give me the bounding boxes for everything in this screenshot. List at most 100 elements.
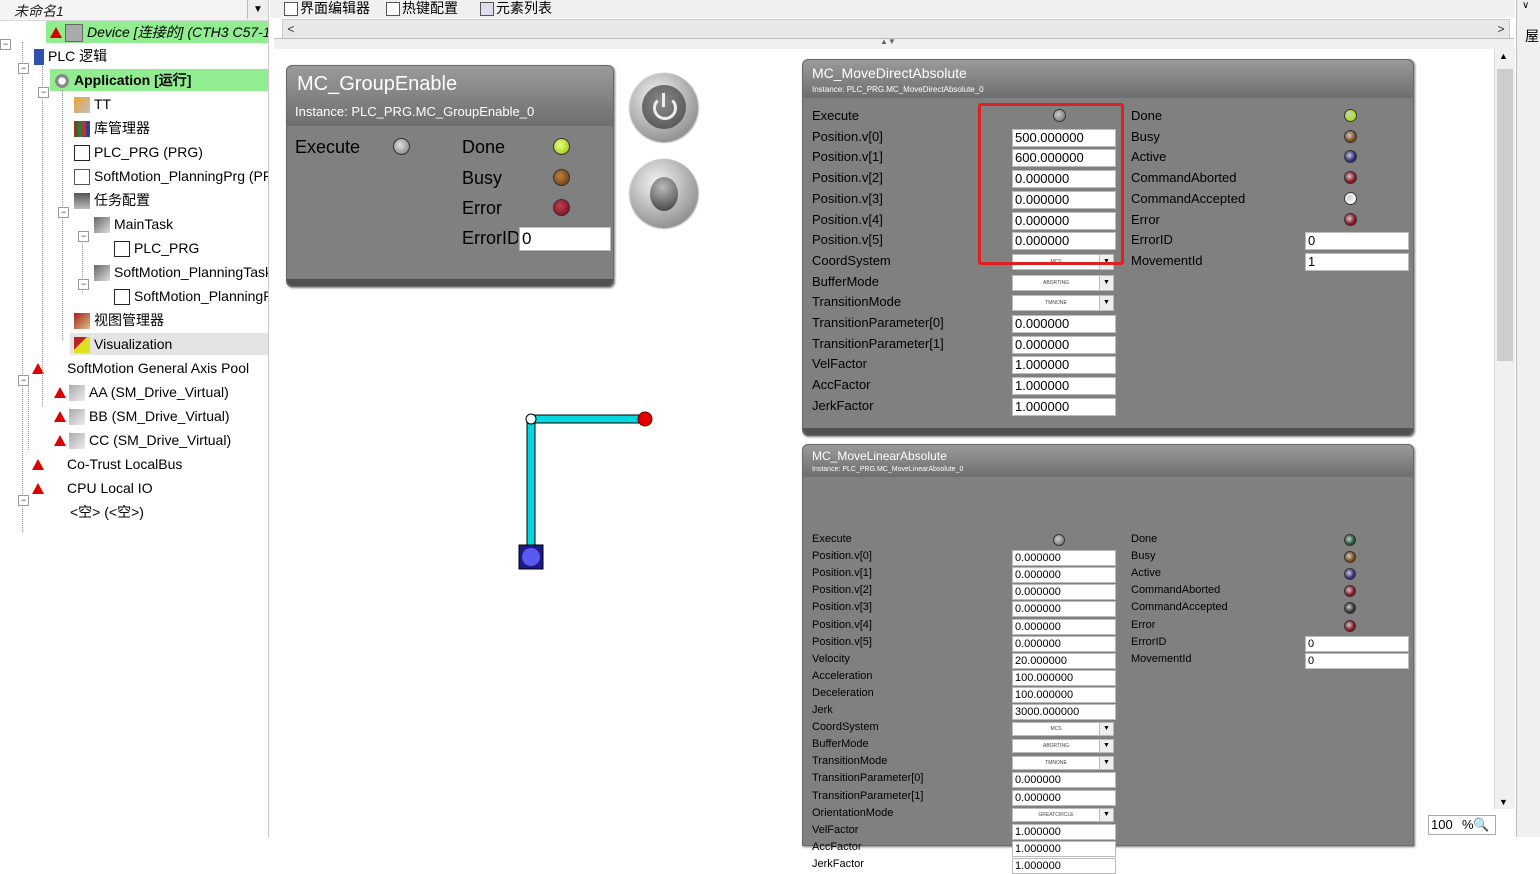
- tree-toggle-icon[interactable]: −: [78, 231, 89, 242]
- tree-node[interactable]: SoftMotion_PlanningPrg (PR: [70, 165, 268, 187]
- input-label: AccFactor: [812, 377, 871, 393]
- mode-combobox[interactable]: TMNONE ▼: [1012, 295, 1114, 312]
- input-field[interactable]: 0.000000: [1012, 772, 1116, 789]
- mode-combobox[interactable]: ABORTING ▼: [1012, 739, 1114, 754]
- splitter-handle[interactable]: ▲▼: [274, 37, 1514, 49]
- prg-icon: [74, 145, 90, 162]
- combobox-value: ABORTING: [1042, 279, 1070, 286]
- input-field[interactable]: 0.000000: [1012, 584, 1116, 601]
- horizontal-scrollbar[interactable]: < >: [282, 19, 1510, 39]
- prg-icon: [114, 241, 130, 258]
- tree-node[interactable]: TT: [70, 93, 111, 115]
- input-field[interactable]: 0.000000: [1012, 315, 1116, 333]
- tree-node[interactable]: Application [运行]: [50, 69, 268, 91]
- chevron-down-icon[interactable]: ▼: [1099, 296, 1113, 311]
- tree-toggle-icon[interactable]: −: [0, 39, 11, 50]
- group-enable-title: MC_GroupEnable: [297, 73, 458, 95]
- input-field[interactable]: 0.000000: [1012, 550, 1116, 567]
- tab-label: 热键配置: [402, 0, 458, 16]
- scroll-left-icon[interactable]: <: [283, 20, 299, 38]
- tab-element-list[interactable]: 元素列表: [478, 0, 552, 18]
- right-panel-tab[interactable]: 屋: [1525, 26, 1539, 46]
- input-field[interactable]: 0.000000: [1012, 789, 1116, 806]
- zoom-control[interactable]: 100 % 🔍: [1428, 815, 1496, 835]
- input-field[interactable]: 0.000000: [1012, 335, 1116, 354]
- input-field[interactable]: 0.000000: [1012, 601, 1116, 618]
- viz-icon: [74, 337, 90, 354]
- tab-hotkey-config[interactable]: 热键配置: [384, 0, 458, 18]
- chevron-down-icon[interactable]: ▼: [1099, 275, 1113, 290]
- tree-node[interactable]: CPU Local IO: [28, 477, 153, 499]
- tree-node[interactable]: <空> (<空>): [46, 501, 144, 523]
- scroll-up-icon[interactable]: ▲: [1499, 51, 1508, 61]
- vertical-scrollbar[interactable]: ▲ ▼: [1494, 49, 1515, 809]
- input-field[interactable]: 1.000000: [1012, 397, 1116, 416]
- tree-node[interactable]: Visualization: [70, 333, 268, 355]
- tree-toggle-icon[interactable]: −: [58, 207, 69, 218]
- mode-combobox[interactable]: GREATCIRCLE ▼: [1012, 807, 1114, 822]
- execute-led[interactable]: [1053, 534, 1065, 546]
- tree-node-label: CPU Local IO: [67, 480, 153, 496]
- mode-combobox[interactable]: TMNONE ▼: [1012, 756, 1114, 771]
- zoom-magnifier-icon[interactable]: 🔍: [1473, 816, 1489, 834]
- tree-node[interactable]: BB (SM_Drive_Virtual): [50, 405, 230, 427]
- input-field[interactable]: 0.000000: [1012, 567, 1116, 584]
- panel-down-icon[interactable]: ∨: [1522, 0, 1529, 11]
- chevron-down-icon[interactable]: ▼: [1099, 808, 1113, 821]
- input-field[interactable]: 100.000000: [1012, 669, 1116, 686]
- tree-toggle-icon[interactable]: −: [38, 87, 49, 98]
- tree-node[interactable]: CC (SM_Drive_Virtual): [50, 429, 231, 451]
- tab-label: 元素列表: [496, 0, 552, 16]
- output-label: CommandAccepted: [1131, 601, 1228, 614]
- tree-node[interactable]: Device [连接的] (CTH3 C57-10252: [46, 21, 268, 43]
- tree-node[interactable]: MainTask: [90, 213, 173, 235]
- mode-combobox[interactable]: ABORTING ▼: [1012, 274, 1114, 291]
- scroll-right-icon[interactable]: >: [1493, 20, 1509, 38]
- output-label: Done: [1131, 108, 1163, 123]
- output-label: ErrorID: [1131, 635, 1167, 648]
- input-field[interactable]: 1.000000: [1012, 840, 1116, 857]
- plc-icon: [34, 49, 44, 66]
- input-field[interactable]: 1.000000: [1012, 857, 1116, 874]
- tree-node[interactable]: 视图管理器: [70, 309, 164, 331]
- input-field[interactable]: 0.000000: [1012, 618, 1116, 635]
- tree-toggle-icon[interactable]: −: [18, 375, 29, 386]
- chevron-down-icon[interactable]: ▼: [1099, 757, 1113, 770]
- tree-toggle-icon[interactable]: −: [78, 279, 89, 290]
- doc-icon: [74, 169, 90, 186]
- tree-node[interactable]: 任务配置: [70, 189, 150, 211]
- tree-dropdown-button[interactable]: ▼: [247, 0, 268, 19]
- tree-toggle-icon[interactable]: −: [18, 495, 29, 506]
- tree-node[interactable]: PLC_PRG (PRG): [70, 141, 203, 163]
- tree-node[interactable]: AA (SM_Drive_Virtual): [50, 381, 229, 403]
- input-field[interactable]: 100.000000: [1012, 686, 1116, 703]
- tree-node[interactable]: SoftMotion_PlanningP: [110, 285, 268, 307]
- execute-led[interactable]: [393, 138, 410, 155]
- zoom-value[interactable]: 100: [1429, 817, 1453, 832]
- vertical-scroll-thumb[interactable]: [1497, 69, 1513, 361]
- input-field[interactable]: 1.000000: [1012, 356, 1116, 375]
- chevron-down-icon[interactable]: ▼: [1099, 723, 1113, 736]
- power-button[interactable]: [630, 73, 698, 141]
- input-field[interactable]: 1.000000: [1012, 377, 1116, 396]
- tree-node[interactable]: SoftMotion General Axis Pool: [28, 357, 249, 379]
- tab-ui-editor[interactable]: 界面编辑器: [282, 0, 370, 18]
- scroll-down-icon[interactable]: ▼: [1499, 797, 1508, 807]
- tree-node[interactable]: PLC 逻辑: [30, 45, 107, 67]
- tree-toggle-icon[interactable]: −: [18, 63, 29, 74]
- input-field[interactable]: 3000.000000: [1012, 704, 1116, 720]
- input-field[interactable]: 20.000000: [1012, 652, 1116, 669]
- busy-led: [553, 169, 570, 186]
- input-field[interactable]: 1.000000: [1012, 823, 1116, 840]
- input-field[interactable]: 0.000000: [1012, 635, 1116, 652]
- visualization-canvas: MC_GroupEnable Instance: PLC_PRG.MC_Grou…: [274, 49, 1514, 874]
- tree-node[interactable]: PLC_PRG: [110, 237, 199, 259]
- execute-label: Execute: [295, 137, 361, 157]
- mode-combobox[interactable]: MCS ▼: [1012, 722, 1114, 737]
- tree-node-label: MainTask: [114, 216, 174, 232]
- tree-node[interactable]: SoftMotion_PlanningTask: [90, 261, 268, 283]
- chevron-down-icon[interactable]: ▼: [1099, 740, 1113, 753]
- tree-node[interactable]: 库管理器: [70, 117, 150, 139]
- tree-node[interactable]: Co-Trust LocalBus: [28, 453, 182, 475]
- toggle-switch[interactable]: [630, 159, 698, 227]
